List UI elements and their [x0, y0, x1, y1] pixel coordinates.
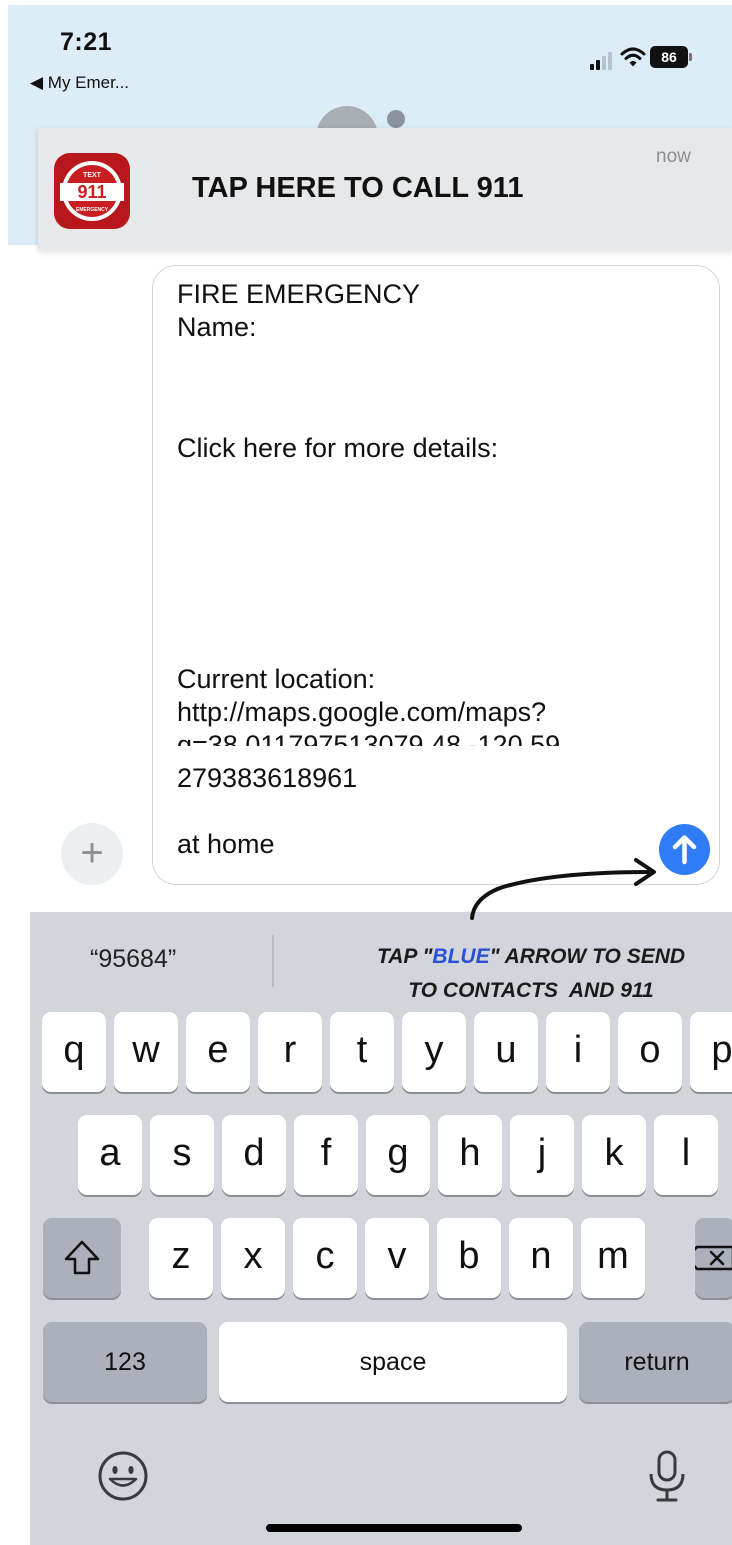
avatar-badge [387, 110, 405, 128]
annotation-line-1: TAP "BLUE" ARROW TO SEND [376, 945, 686, 968]
shift-icon [64, 1240, 100, 1275]
key-t[interactable]: t [330, 1012, 394, 1092]
key-i[interactable]: i [546, 1012, 610, 1092]
key-l[interactable]: l [654, 1115, 718, 1195]
key-x[interactable]: x [221, 1218, 285, 1298]
key-y[interactable]: y [402, 1012, 466, 1092]
add-attachment-button[interactable]: + [61, 823, 123, 885]
svg-text:EMERGENCY: EMERGENCY [76, 207, 109, 213]
redaction-mask-coordinates [178, 746, 638, 760]
predictive-suggestion[interactable]: “95684” [90, 945, 176, 974]
key-g[interactable]: g [366, 1115, 430, 1195]
svg-text:911: 911 [77, 182, 106, 202]
key-d[interactable]: d [222, 1115, 286, 1195]
wifi-icon [620, 47, 646, 67]
space-key[interactable]: space [219, 1322, 567, 1402]
message-body[interactable]: FIRE EMERGENCY Name: Click here for more… [177, 278, 697, 861]
key-m[interactable]: m [581, 1218, 645, 1298]
svg-text:TEXT: TEXT [83, 172, 102, 179]
redaction-mask-name [272, 312, 472, 334]
back-to-app-link[interactable]: ◀ My Emer... [30, 73, 129, 93]
key-a[interactable]: a [78, 1115, 142, 1195]
key-n[interactable]: n [509, 1218, 573, 1298]
key-r[interactable]: r [258, 1012, 322, 1092]
status-time: 7:21 [60, 28, 113, 56]
message-line-details-link[interactable]: Click here for more details: [177, 432, 697, 465]
key-s[interactable]: s [150, 1115, 214, 1195]
annotation-line-2: TO CONTACTS AND 911 [408, 979, 654, 1002]
battery-tip [689, 53, 692, 61]
key-w[interactable]: w [114, 1012, 178, 1092]
key-h[interactable]: h [438, 1115, 502, 1195]
notification-title[interactable]: TAP HERE TO CALL 911 [192, 172, 523, 205]
numbers-key[interactable]: 123 [43, 1322, 207, 1402]
key-b[interactable]: b [437, 1218, 501, 1298]
delete-key[interactable] [685, 1218, 732, 1298]
key-k[interactable]: k [582, 1115, 646, 1195]
cellular-signal-icon [590, 50, 616, 70]
message-line-coordinates-cont[interactable]: 279383618961 [177, 762, 697, 795]
annotation-text: TAP "BLUE" ARROW TO SEND TO CONTACTS AND… [330, 940, 732, 1008]
delete-icon [685, 1245, 732, 1271]
microphone-icon[interactable] [645, 1448, 689, 1504]
home-indicator[interactable] [266, 1524, 522, 1532]
key-z[interactable]: z [149, 1218, 213, 1298]
key-p[interactable]: p [690, 1012, 732, 1092]
suggestion-divider [272, 935, 274, 987]
text-911-app-icon: 911 TEXT EMERGENCY [54, 153, 130, 229]
annotation-blue-word: BLUE [432, 945, 490, 968]
message-line-maps-url[interactable]: http://maps.google.com/maps? [177, 696, 697, 729]
message-line-emergency-type: FIRE EMERGENCY [177, 279, 421, 309]
emergency-911-logo-icon: 911 TEXT EMERGENCY [60, 161, 124, 221]
shift-key[interactable] [43, 1218, 121, 1298]
key-v[interactable]: v [365, 1218, 429, 1298]
notification-time: now [656, 146, 691, 167]
key-c[interactable]: c [293, 1218, 357, 1298]
key-q[interactable]: q [42, 1012, 106, 1092]
key-o[interactable]: o [618, 1012, 682, 1092]
annotation-arrow-icon [470, 858, 656, 920]
emoji-icon[interactable] [95, 1448, 151, 1504]
key-j[interactable]: j [510, 1115, 574, 1195]
key-e[interactable]: e [186, 1012, 250, 1092]
battery-icon: 86 [650, 46, 688, 68]
key-u[interactable]: u [474, 1012, 538, 1092]
return-key[interactable]: return [579, 1322, 732, 1402]
key-f[interactable]: f [294, 1115, 358, 1195]
message-line-location-label: Current location: [177, 664, 376, 694]
